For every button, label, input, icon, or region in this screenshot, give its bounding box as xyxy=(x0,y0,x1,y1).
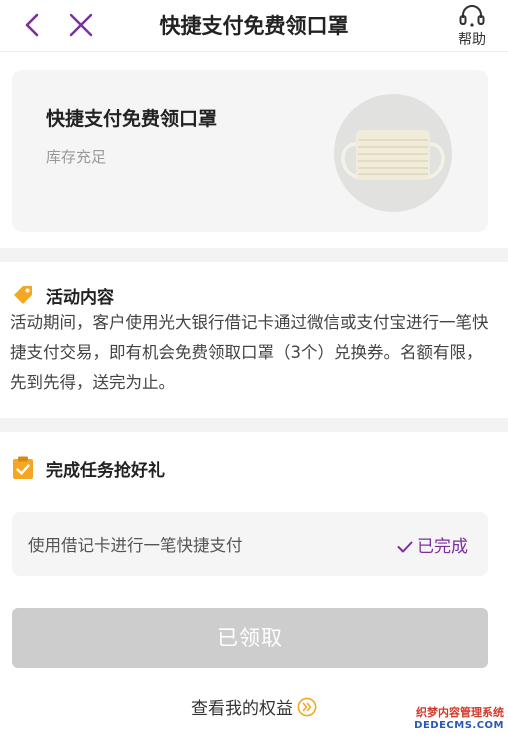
watermark-line1: 织梦内容管理系统 xyxy=(416,706,504,719)
view-benefits-label: 查看我的权益 xyxy=(191,699,293,719)
task-status-label: 已完成 xyxy=(417,537,468,557)
double-chevron-right-icon xyxy=(297,697,317,717)
price-tag-icon xyxy=(14,286,32,304)
checkmark-icon xyxy=(397,541,413,553)
section-divider xyxy=(0,248,508,262)
help-label: 帮助 xyxy=(458,32,486,48)
task-status: 已完成 xyxy=(397,532,468,557)
product-name: 快捷支付免费领口罩 xyxy=(46,108,218,130)
headset-icon xyxy=(459,5,485,27)
page-title: 快捷支付免费领口罩 xyxy=(159,14,349,38)
help-button[interactable]: 帮助 xyxy=(452,4,492,50)
site-watermark: 织梦内容管理系统 DEDECMS.COM xyxy=(414,704,504,731)
product-card: 快捷支付免费领口罩 库存充足 xyxy=(12,70,488,232)
watermark-line2: DEDECMS.COM xyxy=(414,720,504,731)
activity-section-title: 活动内容 xyxy=(46,288,114,308)
claim-button[interactable]: 已领取 xyxy=(12,608,488,668)
task-item: 使用借记卡进行一笔快捷支付 已完成 xyxy=(12,512,488,576)
activity-description: 活动期间，客户使用光大银行借记卡通过微信或支付宝进行一笔快捷支付交易，即有机会免… xyxy=(10,313,489,392)
tasks-section-title: 完成任务抢好礼 xyxy=(46,461,165,481)
section-divider xyxy=(0,418,508,432)
face-mask-icon xyxy=(341,130,445,180)
clipboard-check-icon xyxy=(13,456,33,479)
top-nav-bar: 快捷支付免费领口罩 帮助 xyxy=(0,0,508,52)
face-mask-image xyxy=(334,94,452,212)
stock-status: 库存充足 xyxy=(46,148,107,166)
task-label: 使用借记卡进行一笔快捷支付 xyxy=(28,536,243,555)
